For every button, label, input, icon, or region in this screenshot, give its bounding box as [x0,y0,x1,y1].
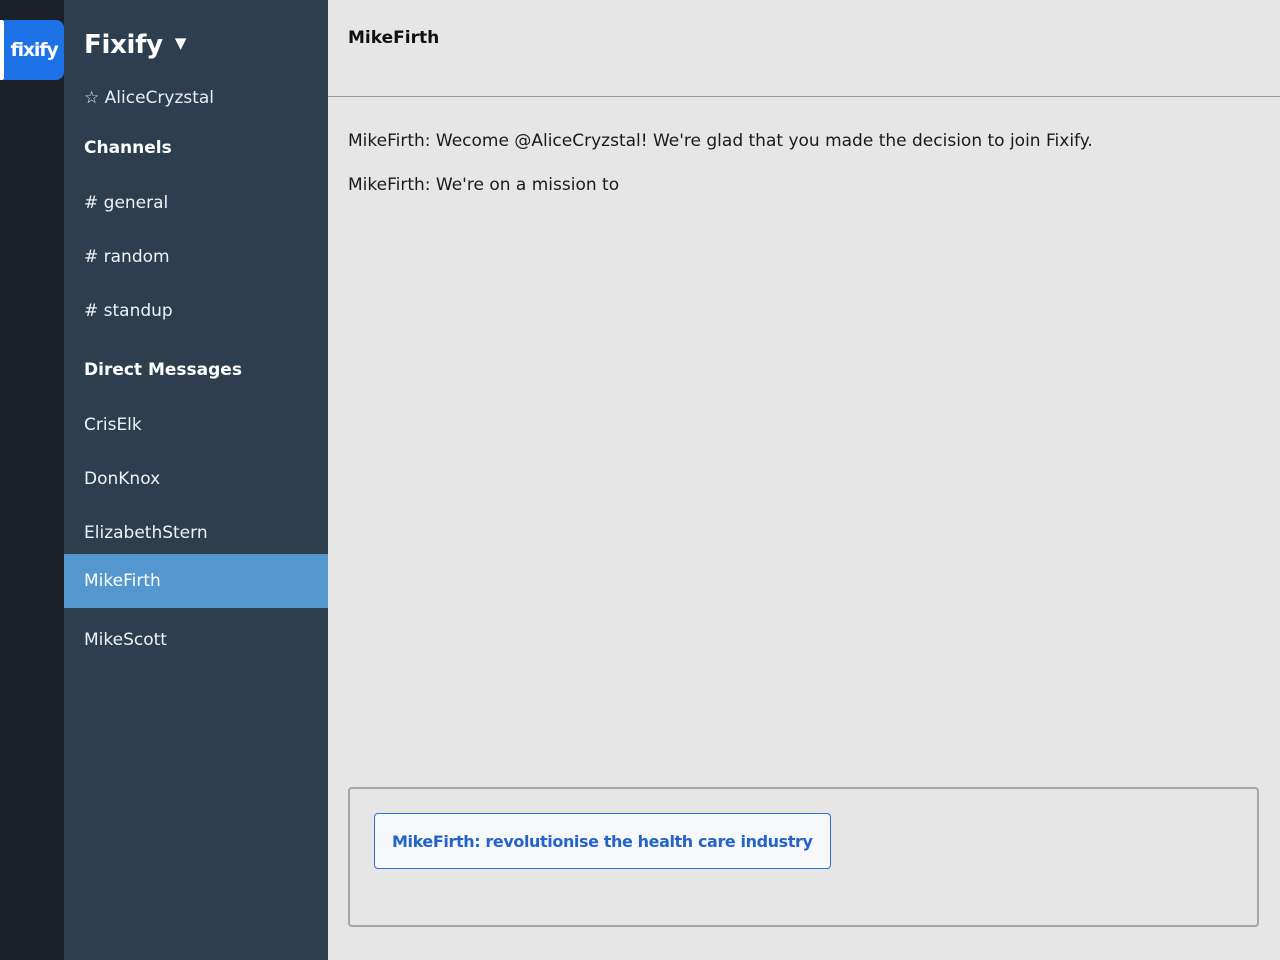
channel-label: # standup [84,301,173,321]
workspace-switcher[interactable]: Fixify ▼ [84,30,186,60]
channel-label: # random [84,247,170,267]
chat-title: MikeFirth [348,28,440,48]
chat-header: MikeFirth [328,0,1280,97]
dm-criselk[interactable]: CrisElk [64,398,328,452]
dm-label: MikeFirth [84,571,161,591]
caret-down-icon: ▼ [174,34,187,52]
message-composer[interactable]: MikeFirth: revolutionise the health care… [348,787,1259,927]
dm-label: CrisElk [84,415,142,435]
direct-messages-heading: Direct Messages [84,360,242,380]
workspace-name: Fixify [84,30,163,60]
dm-elizabethstern[interactable]: ElizabethStern [64,506,328,560]
channel-standup[interactable]: # standup [64,284,328,338]
message-list: MikeFirth: Wecome @AliceCryzstal! We're … [348,130,1258,218]
message: MikeFirth: We're on a mission to [348,175,620,195]
current-user: ☆ AliceCryzstal [84,88,215,108]
channel-label: # general [84,193,169,213]
dm-label: DonKnox [84,469,161,489]
channel-general[interactable]: # general [64,176,328,230]
workspace-logo[interactable]: fixify [4,20,64,80]
sidebar: Fixify ▼ ☆ AliceCryzstal Channels # gene… [64,0,328,960]
dm-mikefirth[interactable]: MikeFirth [64,554,328,608]
dm-donknox[interactable]: DonKnox [64,452,328,506]
message-suggestion-button[interactable]: MikeFirth: revolutionise the health care… [374,813,831,869]
workspace-logo-text: fixify [10,39,59,61]
chat-pane: MikeFirth MikeFirth: Wecome @AliceCryzst… [328,0,1280,960]
message: MikeFirth: Wecome @AliceCryzstal! We're … [348,131,1093,151]
channels-heading: Channels [84,138,172,158]
dm-mikescott[interactable]: MikeScott [64,613,328,667]
channel-random[interactable]: # random [64,230,328,284]
dm-label: ElizabethStern [84,523,208,543]
dm-label: MikeScott [84,630,167,650]
workspace-rail: fixify [0,0,64,960]
